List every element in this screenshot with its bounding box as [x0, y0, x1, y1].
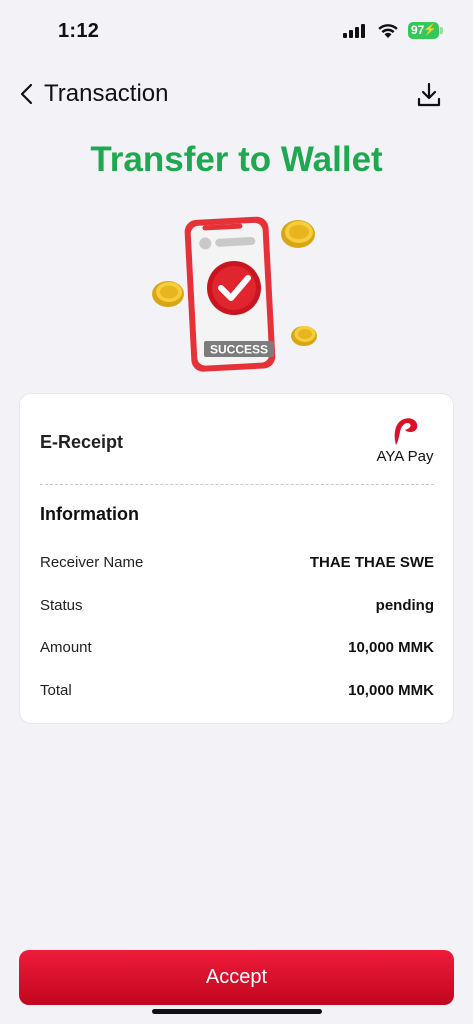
row-label: Receiver Name — [40, 554, 144, 571]
row-value: pending — [375, 597, 434, 614]
amount-row: Amount 10,000 MMK — [40, 639, 434, 661]
status-row: Status pending — [40, 597, 434, 619]
charging-bolt-icon: ⚡ — [423, 24, 437, 36]
dashed-divider — [40, 484, 434, 485]
home-indicator — [152, 1009, 322, 1014]
coin-icon — [152, 281, 184, 307]
coin-icon — [291, 326, 317, 346]
receipt-card: E-Receipt AYA Pay Information Receiver N… — [19, 393, 454, 724]
wifi-icon — [378, 24, 398, 38]
nav-title: Transaction — [44, 80, 169, 107]
download-icon[interactable] — [414, 80, 444, 110]
total-row: Total 10,000 MMK — [40, 682, 434, 704]
status-bar: 1:12 97 ⚡ — [0, 0, 473, 60]
aya-pay-logo: AYA Pay — [372, 416, 438, 465]
screen: 1:12 97 ⚡ Transaction Transfer to Wallet — [0, 0, 473, 1024]
status-time: 1:12 — [58, 20, 100, 42]
row-label: Total — [40, 682, 72, 699]
row-value: THAE THAE SWE — [309, 554, 434, 571]
page-heading: Transfer to Wallet — [90, 140, 383, 179]
row-value: 10,000 MMK — [348, 639, 434, 656]
aya-pay-logo-mark — [394, 418, 418, 445]
row-label: Amount — [40, 639, 92, 656]
brand-name: AYA Pay — [376, 448, 434, 465]
signal-icon — [343, 24, 365, 38]
row-label: Status — [40, 597, 83, 614]
accept-button[interactable]: Accept — [19, 950, 454, 1005]
coin-icon — [281, 220, 315, 248]
section-title: Information — [40, 504, 139, 524]
success-check-icon — [207, 261, 261, 315]
receipt-title: E-Receipt — [40, 432, 124, 452]
battery-icon: 97 ⚡ — [408, 22, 439, 39]
success-badge: SUCCESS — [210, 343, 268, 357]
row-value: 10,000 MMK — [348, 682, 434, 699]
success-phone-illustration: SUCCESS — [152, 216, 317, 372]
back-chevron-icon[interactable] — [16, 82, 40, 106]
nav-bar: Transaction — [0, 72, 473, 116]
battery-cap — [440, 27, 443, 34]
receiver-name-row: Receiver Name THAE THAE SWE — [40, 554, 434, 576]
